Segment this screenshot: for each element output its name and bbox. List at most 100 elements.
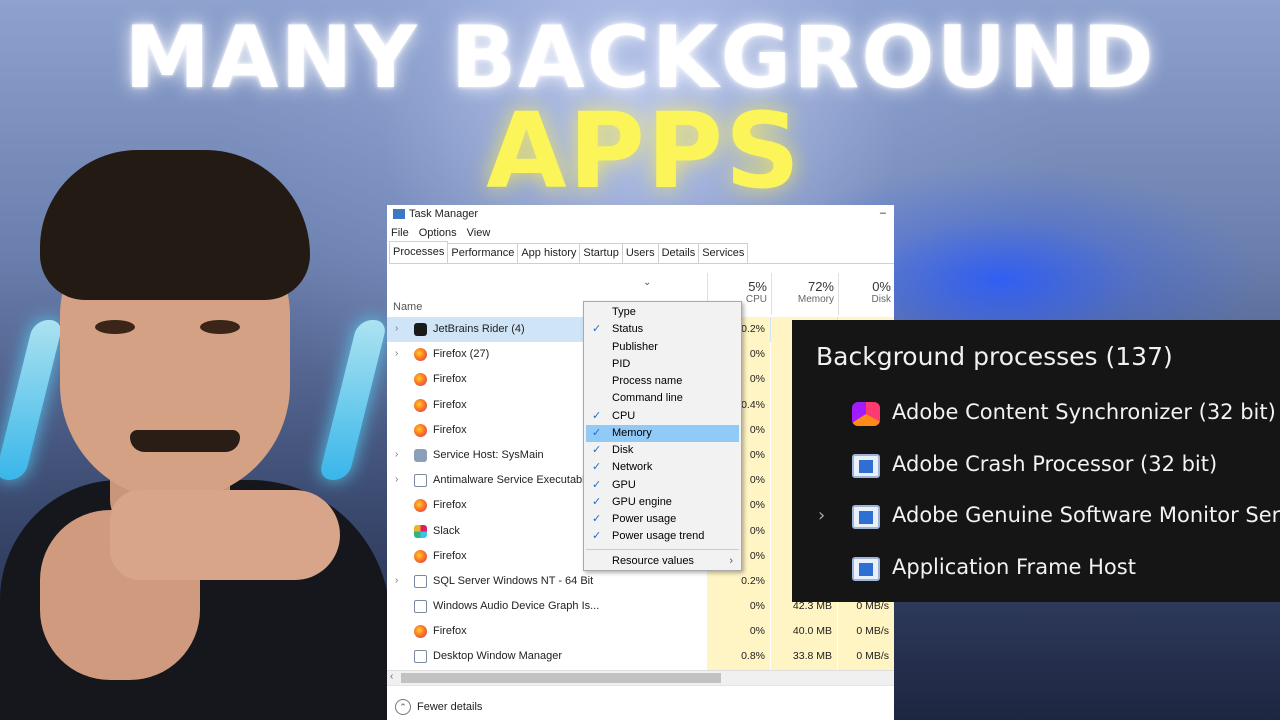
minimize-button[interactable]: – [880,207,886,219]
menu-file[interactable]: File [391,227,409,239]
menu-item-cpu[interactable]: ✓ CPU [586,408,739,425]
footer: ⌃ Fewer details [387,685,894,720]
menu-item-label: Status [612,323,644,336]
process-name: Firefox (27) [433,348,490,361]
expand-chevron-icon[interactable]: › [395,323,398,334]
tab-performance[interactable]: Performance [447,243,519,263]
title-bar: Task Manager – [387,205,894,223]
menu-options[interactable]: Options [419,227,457,239]
process-memory: 40.0 MB [771,619,837,645]
tab-details[interactable]: Details [657,243,700,263]
tab-bar: Processes Performance App history Startu… [389,241,894,264]
checkmark-icon: ✓ [592,426,602,439]
menu-item-network[interactable]: ✓ Network [586,459,739,476]
menu-item-memory[interactable]: ✓ Memory [586,424,739,442]
firefox-icon [414,423,427,437]
checkmark-icon: ✓ [592,478,602,491]
menu-item-gpu-engine[interactable]: ✓ GPU engine [586,494,739,511]
background-process-row[interactable]: Adobe Crash Processor (32 bit) [792,446,1280,486]
window-icon [414,474,427,488]
menu-item-status[interactable]: ✓ Status [586,321,739,338]
memory-total: 72% [807,279,834,294]
menu-item-label: Publisher [612,340,658,353]
menu-item-disk[interactable]: ✓ Disk [586,442,739,459]
window-icon [414,600,427,614]
background-process-row[interactable]: Application Frame Host [792,549,1280,589]
menu-item-process-name[interactable]: Process name [586,373,739,390]
checkmark-icon: ✓ [592,409,602,422]
scroll-left-icon[interactable]: ‹ [390,671,393,682]
firefox-icon [414,549,427,563]
expand-chevron-icon[interactable]: › [818,505,825,526]
process-name: Firefox [433,499,467,512]
process-cpu: 0% [707,619,770,645]
app-window-icon [852,453,880,478]
cpu-total: 5% [748,279,767,294]
menu-view[interactable]: View [467,227,491,239]
expand-chevron-icon[interactable]: › [395,575,398,586]
background-process-row[interactable]: Adobe Content Synchronizer (32 bit) [792,394,1280,434]
collapse-icon[interactable]: ⌃ [395,699,411,715]
expand-chevron-icon[interactable]: › [395,474,398,485]
background-process-name: Adobe Crash Processor (32 bit) [892,451,1218,476]
process-name: Slack [433,524,460,537]
tab-processes[interactable]: Processes [389,241,449,263]
process-row[interactable]: Firefox 0% 40.0 MB 0 MB/s [387,619,894,645]
process-disk: 0 MB/s [838,644,894,670]
app-window-icon [852,505,880,529]
presenter-photo [0,150,390,720]
tab-users[interactable]: Users [621,243,659,263]
pointing-hand [110,490,340,580]
tab-startup[interactable]: Startup [579,243,623,263]
process-name: Firefox [433,549,467,562]
sort-chevron-icon[interactable]: ⌄ [643,277,651,288]
memory-column-header[interactable]: 72% Memory [771,273,838,315]
checkmark-icon: ✓ [592,461,602,474]
menu-item-power-usage[interactable]: ✓ Power usage [586,511,739,528]
process-name: Firefox [433,625,467,638]
scrollbar-thumb[interactable] [401,673,721,683]
menu-item-label: Resource values [612,554,694,567]
menu-item-type[interactable]: Type [586,304,739,321]
window-title: Task Manager [409,208,479,220]
window-icon [414,650,427,664]
expand-chevron-icon[interactable]: › [395,348,398,359]
menu-item-label: Power usage [612,513,677,525]
menu-item-gpu[interactable]: ✓ GPU [586,477,739,494]
menu-item-label: Memory [612,426,652,439]
firefox-icon [414,373,427,387]
background-process-name: Adobe Content Synchronizer (32 bit) [892,400,1276,424]
firefox-icon [414,348,427,362]
background-processes-panel: Background processes (137) Adobe Content… [792,320,1280,602]
fewer-details-link[interactable]: Fewer details [417,701,482,713]
menu-item-label: CPU [612,409,636,422]
menu-item-label: Type [612,306,636,318]
process-cpu: 0.8% [707,644,770,670]
menu-item-resource-values[interactable]: Resource values › [586,553,739,570]
process-name: Windows Audio Device Graph Is... [433,600,600,613]
expand-chevron-icon[interactable]: › [395,449,398,460]
background-process-row[interactable]: › Adobe Genuine Software Monitor Servic [792,497,1280,537]
menu-item-command-line[interactable]: Command line [586,390,739,407]
menu-item-power-usage-trend[interactable]: ✓ Power usage trend [586,528,739,545]
background-process-name: Application Frame Host [892,554,1136,579]
menu-item-label: GPU engine [612,495,672,508]
process-cpu: 0% [707,594,770,620]
tab-services[interactable]: Services [698,243,749,263]
checkmark-icon: ✓ [592,444,602,456]
checkmark-icon: ✓ [592,530,602,543]
task-manager-icon [393,209,405,219]
menu-separator [586,548,739,550]
firefox-icon [414,398,427,412]
menu-item-label: Power usage trend [612,530,705,543]
menu-item-publisher[interactable]: Publisher [586,339,739,356]
column-context-menu: Type ✓ Status Publisher PID Process name Comma… [583,301,742,571]
name-column-header[interactable]: Name [393,301,422,313]
menu-item-label: Command line [612,392,683,405]
menu-item-pid[interactable]: PID [586,356,739,373]
tab-app-history[interactable]: App history [517,243,581,263]
process-name: Desktop Window Manager [433,650,563,663]
disk-column-header[interactable]: 0% Disk [838,273,894,315]
process-row[interactable]: Desktop Window Manager 0.8% 33.8 MB 0 MB/s [387,644,894,670]
horizontal-scrollbar[interactable]: ‹ [387,670,894,685]
